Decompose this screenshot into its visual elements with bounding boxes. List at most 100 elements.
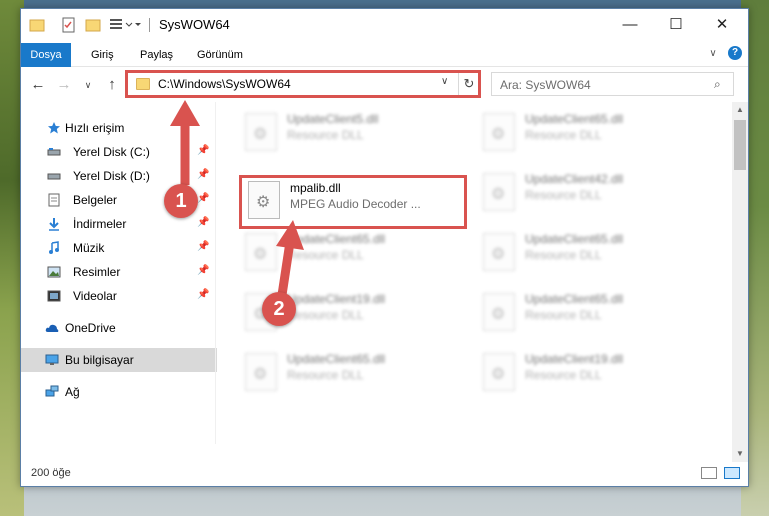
file-name: UpdateClient65.dll	[525, 232, 624, 246]
tab-share[interactable]: Paylaş	[140, 45, 173, 65]
title-bar: SysWOW64 — ☐ ✕	[21, 9, 748, 41]
sidebar-item-quick-access[interactable]: Hızlı erişim	[21, 116, 217, 140]
details-view-icon[interactable]	[701, 467, 717, 479]
sidebar-item-label: Hızlı erişim	[65, 121, 125, 135]
forward-button[interactable]: →	[55, 76, 73, 94]
dll-file-icon	[245, 113, 277, 151]
file-type: Resource DLL	[525, 248, 602, 262]
sidebar-item-label: OneDrive	[65, 321, 116, 335]
help-icon[interactable]: ?	[728, 46, 742, 60]
file-name: UpdateClient65.dll	[287, 232, 386, 246]
customize-quick-access-icon[interactable]	[109, 17, 141, 33]
file-name: UpdateClient65.dll	[287, 352, 386, 366]
sidebar-item-label: Yerel Disk (D:)	[73, 169, 150, 183]
expand-ribbon-icon[interactable]: ∨	[707, 48, 719, 60]
search-placeholder: Ara: SysWOW64	[500, 78, 591, 92]
file-type: Resource DLL	[287, 368, 364, 382]
file-item[interactable]: UpdateClient65.dll Resource DLL	[475, 226, 703, 280]
status-bar: 200 öğe	[21, 462, 748, 486]
sidebar-item-this-pc[interactable]: Bu bilgisayar	[21, 348, 217, 372]
file-item[interactable]: UpdateClient65.dll Resource DLL	[475, 286, 703, 340]
file-name: UpdateClient19.dll	[287, 292, 386, 306]
title-separator	[149, 18, 150, 32]
search-icon[interactable]: ⌕	[714, 77, 721, 92]
sidebar-item-label: Belgeler	[73, 193, 118, 207]
cloud-icon	[45, 324, 59, 332]
documents-icon	[48, 193, 60, 207]
videos-icon	[47, 290, 61, 302]
sidebar-item-onedrive[interactable]: OneDrive	[21, 316, 217, 340]
dll-file-icon	[245, 353, 277, 391]
file-name: mpalib.dll	[290, 181, 341, 195]
sidebar-item-label: Müzik	[73, 241, 105, 255]
file-item[interactable]: UpdateClient65.dll Resource DLL	[475, 106, 703, 160]
file-type: Resource DLL	[525, 188, 602, 202]
sidebar-item-label: Yerel Disk (C:)	[73, 145, 150, 159]
ribbon-tabs: Dosya Giriş Paylaş Görünüm ∨ ?	[21, 41, 748, 67]
file-type: Resource DLL	[525, 368, 602, 382]
sidebar-item-pictures[interactable]: Resimler 📌	[21, 260, 217, 284]
sidebar-item-network[interactable]: Ağ	[21, 380, 217, 404]
minimize-button[interactable]: —	[607, 9, 653, 41]
maximize-button[interactable]: ☐	[653, 9, 699, 41]
dll-file-icon	[483, 233, 515, 271]
file-type: Resource DLL	[525, 308, 602, 322]
properties-icon[interactable]	[61, 17, 77, 33]
sidebar-item-music[interactable]: Müzik 📌	[21, 236, 217, 260]
pin-icon: 📌	[197, 265, 210, 276]
window-title: SysWOW64	[159, 17, 230, 32]
file-item[interactable]: UpdateClient5.dll Resource DLL	[237, 106, 465, 160]
recent-locations-button[interactable]: ∨	[79, 76, 97, 94]
tab-file[interactable]: Dosya	[21, 43, 71, 67]
pane-divider[interactable]	[215, 102, 216, 444]
downloads-icon	[49, 218, 59, 231]
pin-icon: 📌	[197, 193, 210, 204]
new-folder-icon[interactable]	[85, 17, 101, 33]
sidebar-item-videos[interactable]: Videolar 📌	[21, 284, 217, 308]
pin-icon: 📌	[197, 241, 210, 252]
pin-icon: 📌	[197, 289, 210, 300]
drive-icon	[47, 148, 61, 156]
tiles-view-icon[interactable]	[724, 467, 740, 479]
pin-icon: 📌	[197, 145, 210, 156]
star-icon	[48, 122, 60, 134]
file-item[interactable]: UpdateClient42.dll Resource DLL	[475, 166, 703, 220]
scroll-up-arrow-icon[interactable]: ▲	[732, 102, 748, 118]
tab-home[interactable]: Giriş	[91, 45, 114, 65]
callout-step-1: 1	[164, 184, 198, 218]
file-item-mpalib[interactable]: mpalib.dll MPEG Audio Decoder ...	[239, 175, 467, 229]
close-button[interactable]: ✕	[699, 9, 745, 41]
tab-view[interactable]: Görünüm	[197, 45, 243, 65]
dll-file-icon	[483, 113, 515, 151]
address-highlight-box	[125, 70, 481, 98]
folder-icon	[29, 19, 45, 32]
file-item[interactable]: UpdateClient19.dll Resource DLL	[475, 346, 703, 400]
file-item[interactable]: UpdateClient65.dll Resource DLL	[237, 226, 465, 280]
pictures-icon	[47, 266, 61, 278]
sidebar-item-label: İndirmeler	[73, 217, 127, 231]
dll-file-icon	[483, 353, 515, 391]
navigation-pane: Hızlı erişim Yerel Disk (C:) 📌 Yerel Dis…	[21, 102, 217, 462]
scroll-thumb[interactable]	[734, 120, 746, 170]
file-type: Resource DLL	[287, 308, 364, 322]
back-button[interactable]: ←	[29, 76, 47, 94]
file-name: UpdateClient19.dll	[525, 352, 624, 366]
callout-step-2: 2	[262, 292, 296, 326]
vertical-scrollbar[interactable]: ▲ ▼	[732, 102, 748, 462]
file-type: Resource DLL	[287, 128, 364, 142]
up-button[interactable]: ↑	[103, 76, 121, 94]
dll-file-icon	[483, 293, 515, 331]
dll-file-icon	[245, 233, 277, 271]
dll-file-icon	[248, 181, 280, 219]
network-icon	[45, 385, 59, 397]
file-item[interactable]: UpdateClient65.dll Resource DLL	[237, 346, 465, 400]
file-type: Resource DLL	[287, 248, 364, 262]
pin-icon: 📌	[197, 217, 210, 228]
scroll-down-arrow-icon[interactable]: ▼	[732, 446, 748, 462]
file-name: UpdateClient42.dll	[525, 172, 624, 186]
file-name: UpdateClient65.dll	[525, 292, 624, 306]
music-icon	[49, 241, 59, 254]
sidebar-item-label: Videolar	[73, 289, 117, 303]
sidebar-item-local-disk-c[interactable]: Yerel Disk (C:) 📌	[21, 140, 217, 164]
search-input[interactable]: Ara: SysWOW64 ⌕	[491, 72, 734, 96]
